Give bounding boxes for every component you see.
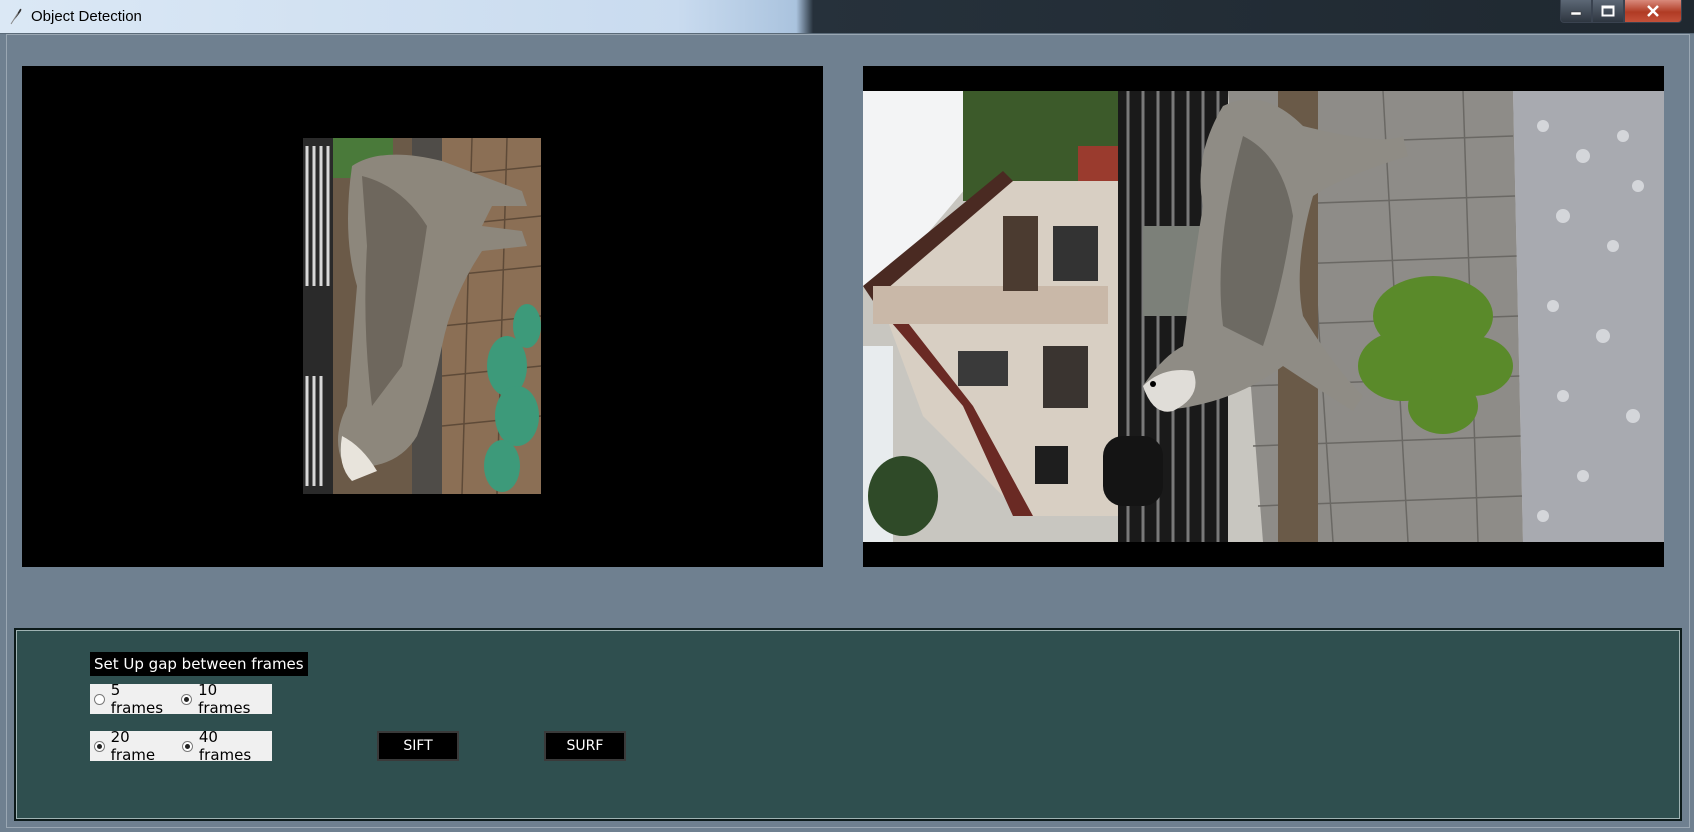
maximize-button[interactable] [1592, 0, 1624, 23]
surf-button[interactable]: SURF [544, 731, 626, 761]
window-controls [1560, 0, 1682, 23]
sift-button[interactable]: SIFT [377, 731, 459, 761]
right-frame-image [863, 90, 1664, 543]
frame-gap-radio-group-1: 5 frames 10 frames [90, 681, 272, 717]
radio-button-checked-icon[interactable] [94, 740, 105, 752]
left-frame-image [303, 137, 542, 495]
window-title: Object Detection [31, 8, 142, 25]
radio-label: 20 frame [110, 728, 156, 764]
feather-icon [10, 8, 22, 25]
maximize-icon [1601, 5, 1615, 17]
radio-40-frames[interactable]: 40 frames [182, 728, 272, 764]
radio-20-frame[interactable]: 20 frame [94, 728, 176, 764]
left-video-panel [22, 66, 823, 567]
close-icon [1647, 5, 1659, 17]
radio-button-icon[interactable] [94, 693, 105, 705]
radio-10-frames[interactable]: 10 frames [181, 681, 272, 717]
minimize-icon [1570, 11, 1582, 16]
right-video-panel [863, 66, 1664, 567]
frame-gap-radio-group-2: 20 frame 40 frames [90, 728, 272, 764]
radio-label: 10 frames [198, 681, 251, 717]
radio-5-frames[interactable]: 5 frames [94, 681, 175, 717]
title-bar: Object Detection [0, 0, 1694, 34]
radio-button-checked-icon[interactable] [181, 693, 193, 705]
close-button[interactable] [1624, 0, 1682, 23]
radio-label: 5 frames [110, 681, 164, 717]
minimize-button[interactable] [1560, 0, 1592, 23]
gap-label: Set Up gap between frames [90, 652, 308, 676]
radio-label: 40 frames [198, 728, 252, 764]
radio-button-checked-icon[interactable] [182, 740, 193, 752]
